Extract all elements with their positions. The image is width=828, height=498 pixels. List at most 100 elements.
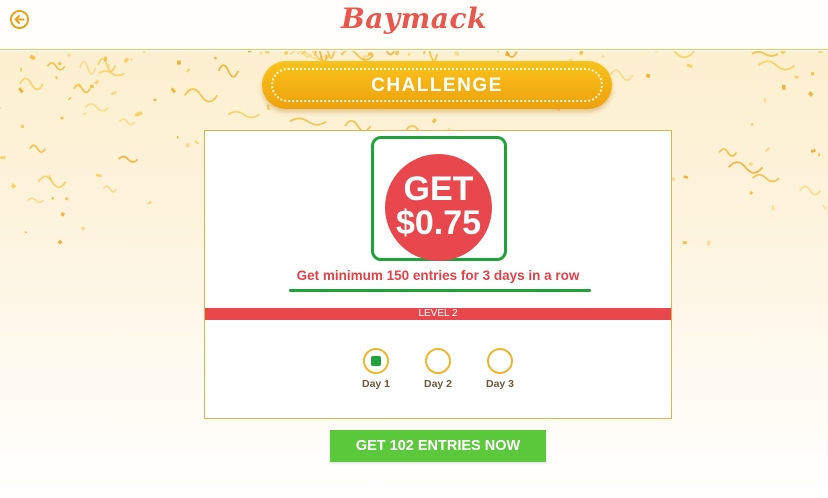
completed-check-icon <box>371 356 381 366</box>
confetti-piece <box>0 155 6 160</box>
confetti-piece <box>750 122 754 126</box>
reward-amount: $0.75 <box>395 204 482 242</box>
confetti-piece <box>170 87 177 94</box>
confetti-piece <box>431 118 437 124</box>
challenge-banner: CHALLENGE <box>262 61 612 109</box>
confetti-piece <box>94 79 100 85</box>
confetti-piece <box>67 53 72 58</box>
day-2-indicator <box>425 348 451 374</box>
confetti-piece <box>822 204 827 211</box>
reward-line-1: GET <box>403 170 474 208</box>
challenge-card: GET $0.75 Get minimum 150 entries for 3 … <box>204 130 672 419</box>
confetti-piece <box>185 142 191 149</box>
confetti-piece <box>10 183 17 189</box>
confetti-streamer <box>46 62 66 71</box>
confetti-piece <box>817 153 821 157</box>
confetti-piece <box>89 84 94 89</box>
confetti-piece <box>818 51 823 53</box>
confetti-piece <box>265 51 270 54</box>
confetti-streamer <box>751 51 779 57</box>
confetti-piece <box>176 136 179 139</box>
confetti-streamer <box>119 118 136 126</box>
confetti-streamer <box>752 173 780 183</box>
confetti-piece <box>283 51 289 56</box>
confetti-piece <box>810 148 816 153</box>
confetti-piece <box>136 111 143 116</box>
confetti-piece <box>810 71 815 76</box>
confetti-streamer <box>379 51 395 56</box>
confetti-streamer <box>727 161 764 174</box>
day-2: Day 2 <box>413 348 463 390</box>
confetti-piece <box>57 61 62 66</box>
confetti-piece <box>686 63 693 68</box>
confetti-piece <box>110 90 118 96</box>
condition-underline <box>289 289 591 292</box>
confetti-piece <box>24 231 28 234</box>
challenge-title: CHALLENGE <box>371 75 503 96</box>
confetti-piece <box>29 54 36 61</box>
confetti-streamer <box>718 148 738 157</box>
confetti-piece <box>645 73 651 79</box>
confetti-piece <box>95 173 102 178</box>
reward-badge: GET $0.75 <box>385 154 492 261</box>
confetti-piece <box>130 58 133 61</box>
confetti-piece <box>407 52 411 57</box>
confetti-streamer <box>19 77 44 91</box>
confetti-piece <box>60 116 64 120</box>
confetti-streamer <box>79 60 97 75</box>
confetti-piece <box>55 75 58 80</box>
confetti-piece <box>682 240 687 245</box>
confetti-streamer <box>289 117 327 126</box>
confetti-piece <box>266 104 271 111</box>
confetti-piece <box>60 212 66 217</box>
confetti-piece <box>67 96 72 101</box>
confetti-piece <box>123 57 130 64</box>
confetti-streamer <box>654 51 695 59</box>
get-entries-button[interactable]: GET 102 ENTRIES NOW <box>330 430 546 462</box>
day-2-label: Day 2 <box>423 378 453 390</box>
confetti-piece <box>781 84 786 90</box>
confetti-streamer <box>73 84 91 94</box>
confetti-streamer <box>217 64 240 78</box>
level-bar: LEVEL 2 <box>205 308 671 320</box>
confetti-streamer <box>29 144 47 153</box>
confetti-piece <box>365 54 369 58</box>
confetti-piece <box>143 51 146 54</box>
confetti-piece <box>763 97 767 103</box>
confetti-piece <box>579 51 584 56</box>
confetti-streamer <box>757 60 796 71</box>
confetti-streamer <box>422 51 439 62</box>
day-1-label: Day 1 <box>361 378 391 390</box>
confetti-piece <box>454 51 460 56</box>
confetti-piece <box>749 191 753 195</box>
confetti-piece <box>683 175 689 179</box>
confetti-piece <box>19 67 23 72</box>
confetti-piece <box>706 240 711 246</box>
confetti-piece <box>176 60 182 65</box>
confetti-piece <box>153 98 157 101</box>
confetti-piece <box>764 146 771 153</box>
confetti-piece <box>794 75 799 79</box>
confetti-piece <box>64 197 69 201</box>
confetti-piece <box>214 56 217 60</box>
day-3-indicator <box>487 348 513 374</box>
confetti-streamer <box>227 110 260 119</box>
confetti-streamer <box>799 185 822 196</box>
confetti-piece <box>81 226 86 231</box>
confetti-streamer <box>37 175 67 189</box>
confetti-piece <box>259 51 263 55</box>
confetti-streamer <box>84 103 110 112</box>
day-1-indicator <box>363 348 389 374</box>
confetti-piece <box>104 56 107 62</box>
confetti-streamer <box>27 197 45 204</box>
app-logo: Baymack <box>341 2 487 35</box>
day-3: Day 3 <box>475 348 525 390</box>
confetti-piece <box>601 54 605 59</box>
confetti-piece <box>20 124 25 128</box>
confetti-piece <box>18 87 24 94</box>
confetti-streamer <box>118 155 139 163</box>
confetti-streamer <box>609 69 634 81</box>
confetti-streamer <box>184 88 218 103</box>
challenge-condition: Get minimum 150 entries for 3 days in a … <box>296 268 580 283</box>
confetti-piece <box>194 140 199 145</box>
